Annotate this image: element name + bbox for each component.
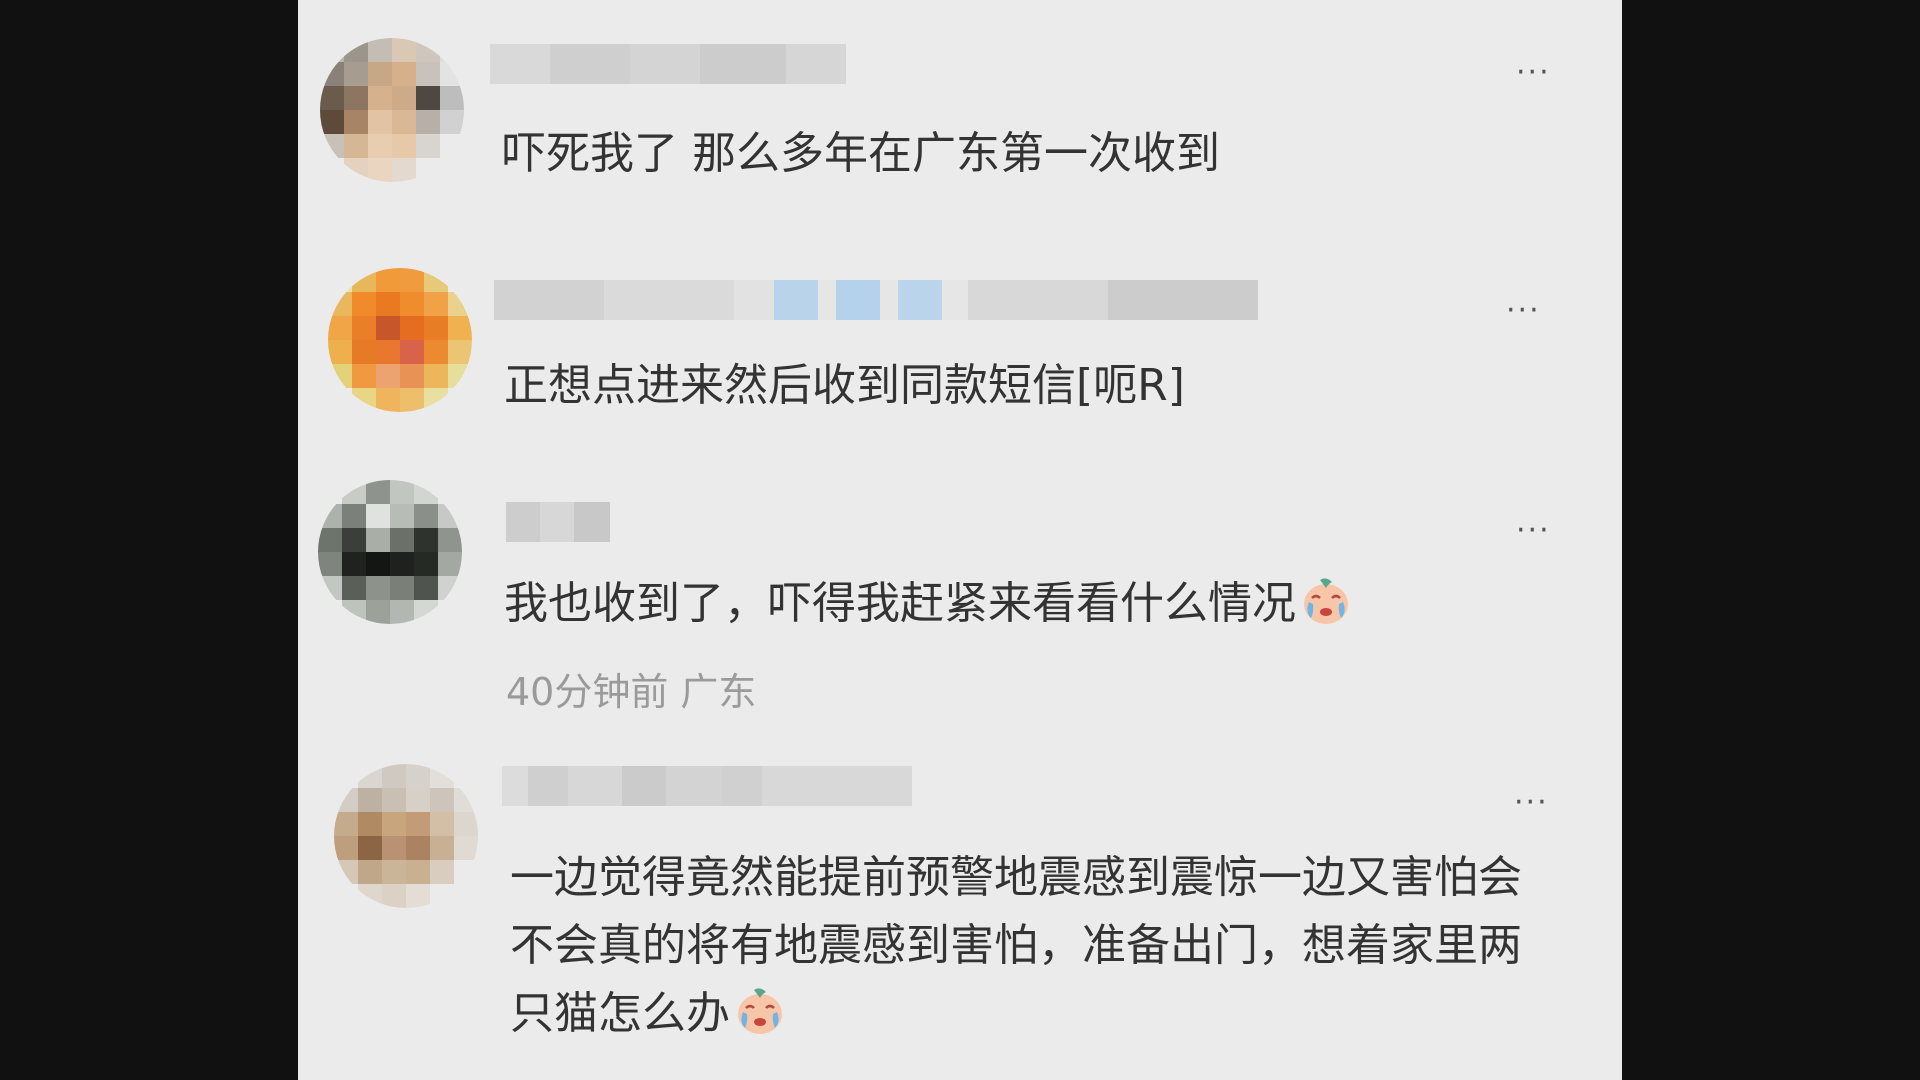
username-blurred[interactable] xyxy=(490,44,846,84)
comment-item: ··· 我也收到了，吓得我赶紧来看看什么情况 40分钟前 广东 xyxy=(298,460,1622,750)
comment-meta: 40分钟前 广东 xyxy=(506,670,757,714)
comment-text-content: 我也收到了，吓得我赶紧来看看什么情况 xyxy=(504,578,1296,629)
comment-item: ··· 一边觉得竟然能提前预警地震感到震惊一边又害怕会不会真的将有地震感到害怕，… xyxy=(298,750,1622,1080)
comment-text: 正想点进来然后收到同款短信[呃R] xyxy=(504,360,1185,411)
comment-text: 一边觉得竟然能提前预警地震感到震惊一边又害怕会不会真的将有地震感到害怕，准备出门… xyxy=(510,844,1550,1048)
avatar[interactable] xyxy=(320,38,464,182)
comment-item: ··· 吓死我了 那么多年在广东第一次收到 xyxy=(298,0,1622,220)
username-blurred[interactable] xyxy=(506,502,610,542)
comment-item: ··· 正想点进来然后收到同款短信[呃R] xyxy=(298,250,1622,450)
crying-face-icon xyxy=(1304,578,1348,624)
username-blurred[interactable] xyxy=(494,280,1258,320)
comment-text: 吓死我了 那么多年在广东第一次收到 xyxy=(502,128,1220,179)
comment-text-content: 一边觉得竟然能提前预警地震感到震惊一边又害怕会不会真的将有地震感到害怕，准备出门… xyxy=(510,852,1522,1039)
avatar[interactable] xyxy=(334,764,478,908)
username-blurred[interactable] xyxy=(502,766,912,806)
more-options-button[interactable]: ··· xyxy=(1516,58,1551,88)
more-options-button[interactable]: ··· xyxy=(1506,296,1541,326)
comment-list: ··· 吓死我了 那么多年在广东第一次收到 ··· 正想点进来然后收到同款短信[… xyxy=(298,0,1622,1080)
comment-text: 我也收到了，吓得我赶紧来看看什么情况 xyxy=(504,570,1352,638)
avatar[interactable] xyxy=(318,480,462,624)
crying-face-icon xyxy=(738,988,782,1034)
more-options-button[interactable]: ··· xyxy=(1516,516,1551,546)
more-options-button[interactable]: ··· xyxy=(1514,788,1549,818)
avatar[interactable] xyxy=(328,268,472,412)
